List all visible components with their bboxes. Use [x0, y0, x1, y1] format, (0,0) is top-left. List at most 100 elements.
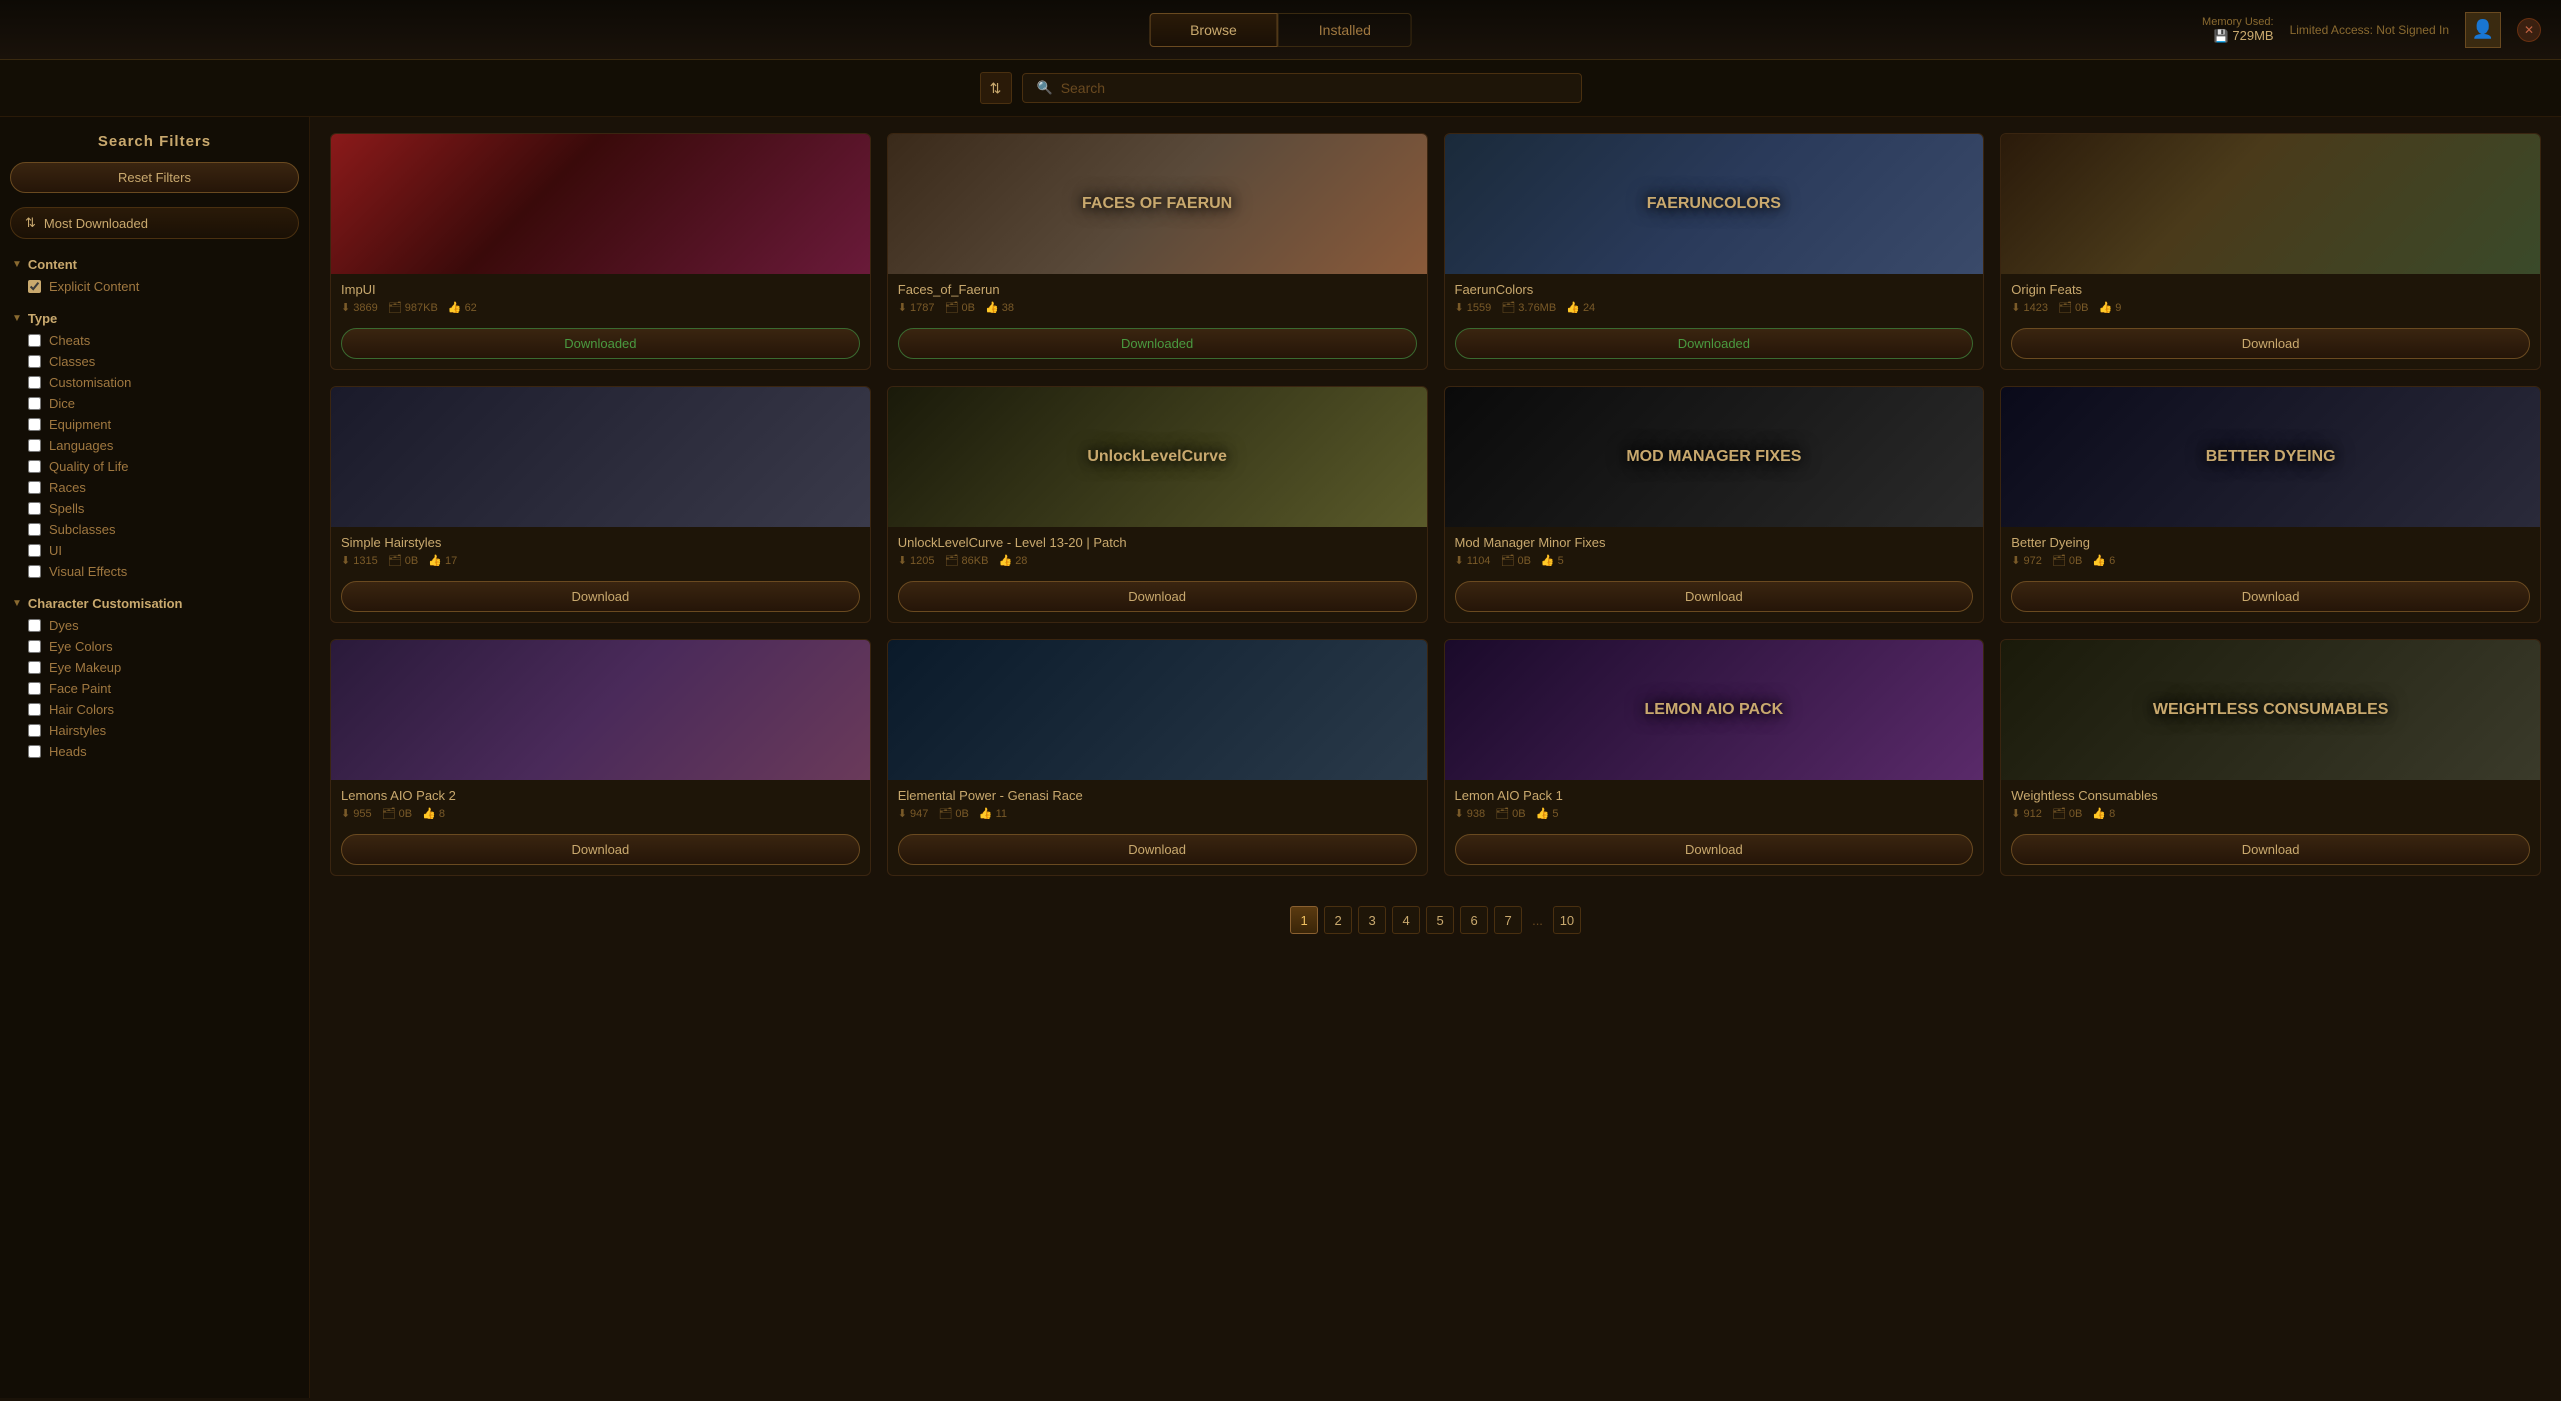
- filter-item-equipment[interactable]: Equipment: [10, 414, 299, 435]
- search-input[interactable]: [1061, 80, 1567, 96]
- checkbox-races[interactable]: [28, 481, 41, 494]
- page-btn-1[interactable]: 1: [1290, 906, 1318, 934]
- type-arrow-icon: ▼: [12, 313, 22, 324]
- page-btn-7[interactable]: 7: [1494, 906, 1522, 934]
- size-count: 🗂 0B: [382, 807, 412, 820]
- char-section-header[interactable]: ▼ Character Customisation: [10, 592, 299, 615]
- filter-item-ui[interactable]: UI: [10, 540, 299, 561]
- download-count: ⬇ 1315: [341, 554, 378, 567]
- mod-card-btn-lemons[interactable]: Download: [341, 834, 860, 865]
- mod-card-btn-faerun[interactable]: Downloaded: [1455, 328, 1974, 359]
- mod-card-btn-elemental[interactable]: Download: [898, 834, 1417, 865]
- page-btn-3[interactable]: 3: [1358, 906, 1386, 934]
- filter-item-visual-effects[interactable]: Visual Effects: [10, 561, 299, 582]
- reset-filters-button[interactable]: Reset Filters: [10, 162, 299, 193]
- download-count: ⬇ 3869: [341, 301, 378, 314]
- mod-card-btn-better-dye[interactable]: Download: [2011, 581, 2530, 612]
- sort-button[interactable]: ⇅ Most Downloaded: [10, 207, 299, 239]
- size-count: 🗂 987KB: [388, 301, 438, 314]
- filter-label: Languages: [49, 438, 113, 453]
- checkbox-dice[interactable]: [28, 397, 41, 410]
- mod-card-btn-origin[interactable]: Download: [2011, 328, 2530, 359]
- explicit-checkbox[interactable]: [28, 280, 41, 293]
- mod-card-title-better-dye: Better Dyeing: [2011, 535, 2530, 550]
- filter-label: Quality of Life: [49, 459, 129, 474]
- mod-card-btn-impui[interactable]: Downloaded: [341, 328, 860, 359]
- checkbox-spells[interactable]: [28, 502, 41, 515]
- filter-item-explicit[interactable]: Explicit Content: [10, 276, 299, 297]
- size-count: 🗂 0B: [2058, 301, 2088, 314]
- filter-item-face-paint[interactable]: Face Paint: [10, 678, 299, 699]
- filter-item-races[interactable]: Races: [10, 477, 299, 498]
- page-btn-4[interactable]: 4: [1392, 906, 1420, 934]
- checkbox-customisation[interactable]: [28, 376, 41, 389]
- filter-label: Dice: [49, 396, 75, 411]
- page-btn-10[interactable]: 10: [1553, 906, 1581, 934]
- download-count: ⬇ 938: [1455, 807, 1486, 820]
- mod-card-btn-weightless[interactable]: Download: [2011, 834, 2530, 865]
- page-btn-5[interactable]: 5: [1426, 906, 1454, 934]
- filter-item-dyes[interactable]: Dyes: [10, 615, 299, 636]
- page-btn-2[interactable]: 2: [1324, 906, 1352, 934]
- tab-installed[interactable]: Installed: [1278, 13, 1412, 47]
- filter-item-cheats[interactable]: Cheats: [10, 330, 299, 351]
- checkbox-eye-makeup[interactable]: [28, 661, 41, 674]
- mod-card-body-origin: Origin Feats ⬇ 1423 🗂 0B 👍 9: [2001, 274, 2540, 322]
- filter-item-spells[interactable]: Spells: [10, 498, 299, 519]
- mod-card-stats-unlock: ⬇ 1205 🗂 86KB 👍 28: [898, 554, 1417, 567]
- filter-sort-button[interactable]: ⇅: [980, 72, 1012, 104]
- filter-label: Eye Makeup: [49, 660, 121, 675]
- checkbox-dyes[interactable]: [28, 619, 41, 632]
- filter-item-eye-colors[interactable]: Eye Colors: [10, 636, 299, 657]
- close-button[interactable]: ✕: [2517, 18, 2541, 42]
- filter-item-heads[interactable]: Heads: [10, 741, 299, 762]
- mod-card-lemons: Lemons AIO Pack 2 ⬇ 955 🗂 0B 👍 8 Downloa…: [330, 639, 871, 876]
- mod-card-title-faces: Faces_of_Faerun: [898, 282, 1417, 297]
- filter-item-classes[interactable]: Classes: [10, 351, 299, 372]
- checkbox-visual-effects[interactable]: [28, 565, 41, 578]
- avatar[interactable]: 👤: [2465, 12, 2501, 48]
- checkbox-eye-colors[interactable]: [28, 640, 41, 653]
- mod-card-stats-modmgr: ⬇ 1104 🗂 0B 👍 5: [1455, 554, 1974, 567]
- checkbox-cheats[interactable]: [28, 334, 41, 347]
- mod-card-btn-unlock[interactable]: Download: [898, 581, 1417, 612]
- mod-card-btn-modmgr[interactable]: Download: [1455, 581, 1974, 612]
- filter-label: Customisation: [49, 375, 131, 390]
- mod-card-image-lemon-aio: LEMON AIO PACK: [1445, 640, 1984, 780]
- like-count: 👍 17: [428, 554, 457, 567]
- checkbox-quality-of-life[interactable]: [28, 460, 41, 473]
- content-area: ImpUI ⬇ 3869 🗂 987KB 👍 62 DownloadedFACE…: [310, 117, 2561, 1398]
- filter-item-hairstyles[interactable]: Hairstyles: [10, 720, 299, 741]
- filter-item-eye-makeup[interactable]: Eye Makeup: [10, 657, 299, 678]
- filter-item-subclasses[interactable]: Subclasses: [10, 519, 299, 540]
- filter-item-quality-of-life[interactable]: Quality of Life: [10, 456, 299, 477]
- checkbox-equipment[interactable]: [28, 418, 41, 431]
- mod-card-btn-simple-hair[interactable]: Download: [341, 581, 860, 612]
- checkbox-ui[interactable]: [28, 544, 41, 557]
- checkbox-heads[interactable]: [28, 745, 41, 758]
- mod-card-btn-faces[interactable]: Downloaded: [898, 328, 1417, 359]
- checkbox-hairstyles[interactable]: [28, 724, 41, 737]
- checkbox-hair-colors[interactable]: [28, 703, 41, 716]
- checkbox-classes[interactable]: [28, 355, 41, 368]
- mod-card-overlay-better-dye: BETTER DYEING: [2001, 387, 2540, 527]
- size-count: 🗂 0B: [388, 554, 418, 567]
- mod-card-faces: FACES OF FAERUNFaces_of_Faerun ⬇ 1787 🗂 …: [887, 133, 1428, 370]
- filter-item-customisation[interactable]: Customisation: [10, 372, 299, 393]
- checkbox-subclasses[interactable]: [28, 523, 41, 536]
- mod-card-body-impui: ImpUI ⬇ 3869 🗂 987KB 👍 62: [331, 274, 870, 322]
- filter-item-languages[interactable]: Languages: [10, 435, 299, 456]
- checkbox-languages[interactable]: [28, 439, 41, 452]
- tab-browse[interactable]: Browse: [1149, 13, 1278, 47]
- mod-card-modmgr: MOD MANAGER FIXESMod Manager Minor Fixes…: [1444, 386, 1985, 623]
- page-btn-6[interactable]: 6: [1460, 906, 1488, 934]
- size-count: 🗂 0B: [938, 807, 968, 820]
- checkbox-face-paint[interactable]: [28, 682, 41, 695]
- content-section-header[interactable]: ▼ Content: [10, 253, 299, 276]
- type-section-header[interactable]: ▼ Type: [10, 307, 299, 330]
- mod-card-simple-hair: Simple Hairstyles ⬇ 1315 🗂 0B 👍 17 Downl…: [330, 386, 871, 623]
- filter-item-dice[interactable]: Dice: [10, 393, 299, 414]
- filter-item-hair-colors[interactable]: Hair Colors: [10, 699, 299, 720]
- mod-card-weightless: WEIGHTLESS CONSUMABLESWeightless Consuma…: [2000, 639, 2541, 876]
- mod-card-btn-lemon-aio[interactable]: Download: [1455, 834, 1974, 865]
